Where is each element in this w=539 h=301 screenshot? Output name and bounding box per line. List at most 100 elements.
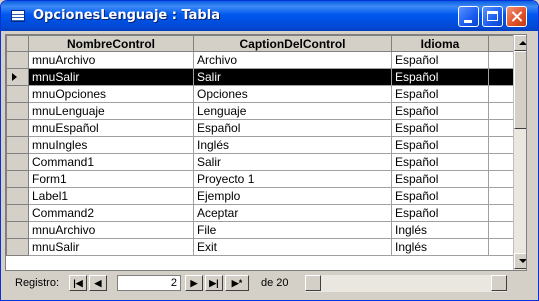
table-cell[interactable]: Exit	[193, 238, 392, 256]
table-cell[interactable]: Español	[391, 68, 489, 86]
table-cell[interactable]: Español	[391, 170, 489, 188]
scroll-down-icon	[519, 259, 526, 263]
empty-cell	[488, 170, 514, 188]
table-row[interactable]: mnuSalir Salir Español	[6, 68, 514, 86]
table-window: OpcionesLenguaje : Tabla NombreControl C…	[0, 0, 539, 301]
table-row[interactable]: mnuArchivo Archivo Español	[6, 51, 514, 69]
table-cell[interactable]: Command1	[28, 153, 194, 171]
scroll-left-button[interactable]	[305, 275, 321, 291]
table-cell[interactable]: mnuArchivo	[28, 221, 194, 239]
record-count: de 20	[261, 277, 289, 289]
table-cell[interactable]: Inglés	[391, 221, 489, 239]
record-selector[interactable]	[6, 170, 29, 188]
table-cell[interactable]: Español	[391, 85, 489, 103]
new-record-button[interactable]: ▶*	[225, 275, 249, 291]
table-cell[interactable]: mnuIngles	[28, 136, 194, 154]
column-header[interactable]: NombreControl	[28, 35, 194, 52]
close-button[interactable]	[506, 6, 527, 27]
empty-cell	[488, 238, 514, 256]
vertical-scrollbar[interactable]	[513, 35, 526, 270]
table-cell[interactable]: Opciones	[193, 85, 392, 103]
table-cell[interactable]: Archivo	[193, 51, 392, 69]
table-cell[interactable]: Inglés	[391, 238, 489, 256]
table-cell[interactable]: Español	[391, 153, 489, 171]
table-row[interactable]: mnuOpciones Opciones Español	[6, 85, 514, 103]
table-cell[interactable]: mnuLenguaje	[28, 102, 194, 120]
record-selector[interactable]	[6, 238, 29, 256]
record-selector[interactable]	[6, 68, 29, 86]
column-header[interactable]: Idioma	[391, 35, 489, 52]
table-cell[interactable]: Inglés	[193, 136, 392, 154]
table-cell[interactable]: mnuSalir	[28, 238, 194, 256]
table-cell[interactable]: Español	[391, 102, 489, 120]
table-cell[interactable]: mnuOpciones	[28, 85, 194, 103]
table-cell[interactable]: Ejemplo	[193, 187, 392, 205]
table-cell[interactable]: Form1	[28, 170, 194, 188]
table-cell[interactable]: Español	[391, 187, 489, 205]
table-row[interactable]: mnuEspañol Español Español	[6, 119, 514, 137]
table-cell[interactable]: Proyecto 1	[193, 170, 392, 188]
table-cell[interactable]: mnuSalir	[28, 68, 194, 86]
empty-cell	[488, 204, 514, 222]
record-selector[interactable]	[6, 204, 29, 222]
table-cell[interactable]: Español	[391, 136, 489, 154]
scroll-right-button[interactable]	[491, 275, 507, 291]
datasheet[interactable]: NombreControl CaptionDelControl Idioma m…	[5, 34, 527, 271]
record-selector[interactable]	[6, 136, 29, 154]
first-record-icon: |◀	[73, 278, 83, 288]
table-row[interactable]: mnuSalir Exit Inglés	[6, 238, 514, 256]
last-record-icon: ▶|	[209, 278, 219, 288]
select-all-corner[interactable]	[6, 35, 29, 52]
table-row[interactable]: mnuLenguaje Lenguaje Español	[6, 102, 514, 120]
record-selector[interactable]	[6, 153, 29, 171]
close-icon	[507, 7, 526, 26]
scroll-thumb[interactable]	[514, 51, 526, 129]
column-header[interactable]: CaptionDelControl	[193, 35, 392, 52]
record-selector[interactable]	[6, 85, 29, 103]
table-cell[interactable]: mnuArchivo	[28, 51, 194, 69]
record-selector[interactable]	[6, 102, 29, 120]
table-cell[interactable]: Label1	[28, 187, 194, 205]
table-cell[interactable]: mnuEspañol	[28, 119, 194, 137]
next-record-button[interactable]: ▶	[185, 275, 203, 291]
previous-record-button[interactable]: ◀	[89, 275, 107, 291]
minimize-icon	[464, 20, 472, 23]
table-cell[interactable]: Español	[391, 119, 489, 137]
empty-cell	[488, 119, 514, 137]
scroll-up-button[interactable]	[514, 35, 526, 51]
table-row[interactable]: Command2 Aceptar Español	[6, 204, 514, 222]
table-cell[interactable]: Salir	[193, 153, 392, 171]
maximize-button[interactable]	[482, 6, 503, 27]
record-selector[interactable]	[6, 119, 29, 137]
table-icon	[11, 10, 25, 22]
current-record-input[interactable]: 2	[117, 275, 181, 291]
empty-cell	[488, 68, 514, 86]
scroll-down-button[interactable]	[514, 253, 526, 269]
table-cell[interactable]: Aceptar	[193, 204, 392, 222]
table-cell[interactable]: Español	[193, 119, 392, 137]
resize-grip[interactable]	[511, 277, 523, 289]
table-cell[interactable]: Salir	[193, 68, 392, 86]
table-cell[interactable]: Lenguaje	[193, 102, 392, 120]
scroll-up-icon	[519, 41, 526, 45]
table-cell[interactable]: Command2	[28, 204, 194, 222]
record-selector[interactable]	[6, 221, 29, 239]
horizontal-scrollbar[interactable]	[305, 275, 507, 292]
last-record-button[interactable]: ▶|	[205, 275, 223, 291]
current-record-icon	[12, 73, 17, 81]
record-selector[interactable]	[6, 187, 29, 205]
record-navigator: Registro: |◀ ◀ 2 ▶ ▶| ▶* de 20	[5, 273, 527, 293]
table-cell[interactable]: Español	[391, 204, 489, 222]
title-bar[interactable]: OpcionesLenguaje : Tabla	[1, 1, 538, 31]
minimize-button[interactable]	[458, 6, 479, 27]
first-record-button[interactable]: |◀	[69, 275, 87, 291]
table-cell[interactable]: File	[193, 221, 392, 239]
record-selector[interactable]	[6, 51, 29, 69]
table-row[interactable]: Label1 Ejemplo Español	[6, 187, 514, 205]
table-row[interactable]: mnuArchivo File Inglés	[6, 221, 514, 239]
table-cell[interactable]: Español	[391, 51, 489, 69]
table-row[interactable]: Command1 Salir Español	[6, 153, 514, 171]
table-row[interactable]: Form1 Proyecto 1 Español	[6, 170, 514, 188]
table-row[interactable]: mnuIngles Inglés Español	[6, 136, 514, 154]
next-record-icon: ▶	[190, 278, 198, 288]
